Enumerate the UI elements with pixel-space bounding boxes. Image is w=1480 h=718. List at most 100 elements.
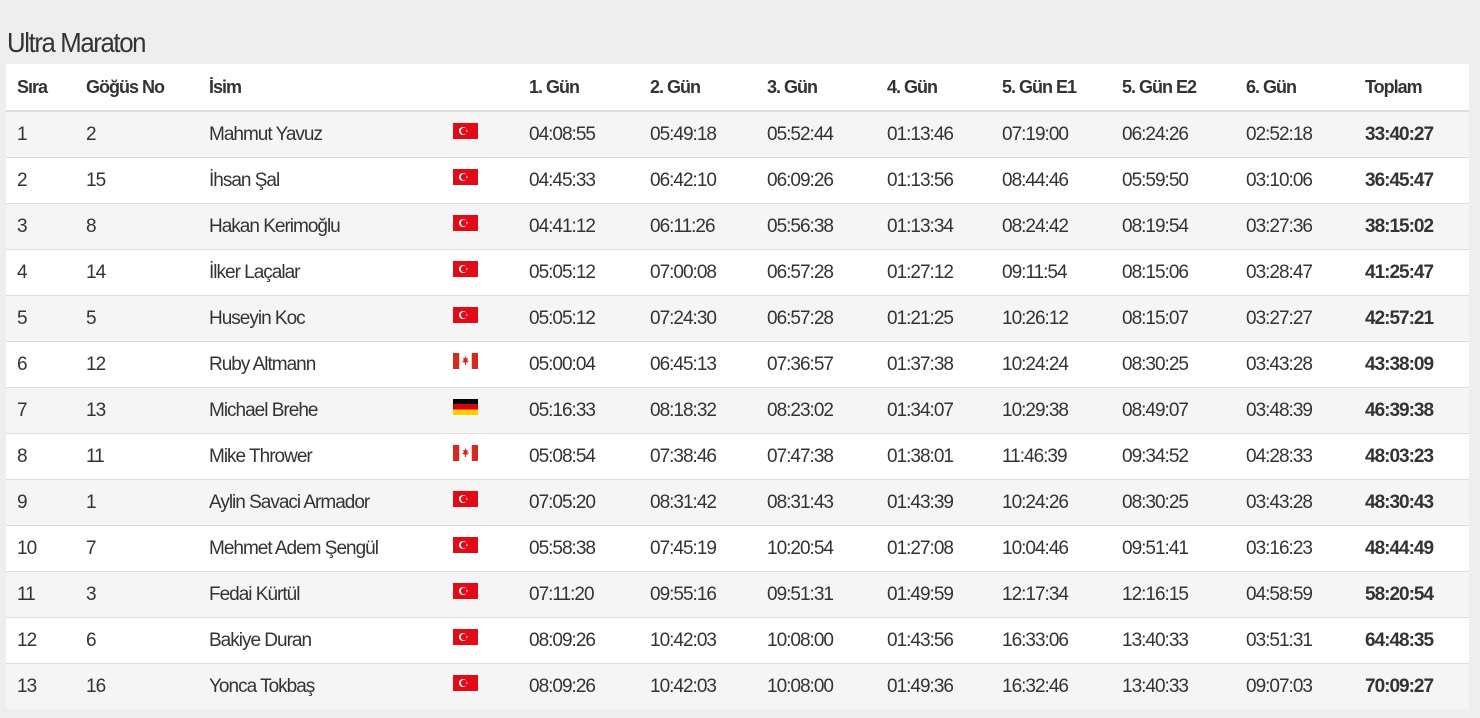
cell-day1: 07:05:20 bbox=[518, 479, 639, 526]
cell-day5e2: 12:16:15 bbox=[1111, 571, 1235, 618]
header-total[interactable]: Toplam bbox=[1354, 64, 1469, 112]
cell-name: Hakan Kerimoğlu bbox=[198, 203, 442, 250]
turkey-flag-icon bbox=[453, 261, 478, 278]
cell-total: 48:03:23 bbox=[1354, 433, 1469, 480]
table-row[interactable]: 10 7 Mehmet Adem Şengül 05:58:38 07:45:19 10:… bbox=[6, 525, 1469, 572]
turkey-flag-icon bbox=[453, 537, 478, 554]
table-row[interactable]: 1 2 Mahmut Yavuz 04:08:55 05:49:18 05:52:44 01… bbox=[6, 110, 1469, 158]
header-day1[interactable]: 1. Gün bbox=[518, 64, 639, 112]
cell-day5e2: 08:19:54 bbox=[1111, 203, 1235, 250]
cell-day5e1: 08:44:46 bbox=[991, 157, 1111, 204]
table-row[interactable]: 4 14 İlker Laçalar 05:05:12 07:00:08 06:57:28… bbox=[6, 249, 1469, 296]
table-row[interactable]: 7 13 Michael Brehe 05:16:33 08:18:32 08:23:02… bbox=[6, 387, 1469, 434]
cell-day2: 09:55:16 bbox=[639, 571, 756, 618]
turkey-flag-icon bbox=[453, 123, 478, 140]
cell-day3: 07:36:57 bbox=[756, 341, 876, 388]
cell-day5e1: 09:11:54 bbox=[991, 249, 1111, 296]
cell-day3: 09:51:31 bbox=[756, 571, 876, 618]
cell-total: 36:45:47 bbox=[1354, 157, 1469, 204]
header-bib[interactable]: Göğüs No bbox=[75, 64, 198, 112]
cell-rank: 12 bbox=[6, 617, 75, 664]
cell-name: İlker Laçalar bbox=[198, 249, 442, 296]
turkey-flag-icon bbox=[453, 491, 478, 508]
cell-day3: 08:31:43 bbox=[756, 479, 876, 526]
page-title: Ultra Maraton bbox=[7, 26, 146, 58]
table-row[interactable]: 6 12 Ruby Altmann 05:00:04 06:45:13 07:36:57 0… bbox=[6, 341, 1469, 388]
header-day4[interactable]: 4. Gün bbox=[876, 64, 991, 112]
table-row[interactable]: 12 6 Bakiye Duran 08:09:26 10:42:03 10:08:00 0… bbox=[6, 617, 1469, 664]
table-row[interactable]: 3 8 Hakan Kerimoğlu 04:41:12 06:11:26 05:56:3… bbox=[6, 203, 1469, 250]
canada-flag-icon bbox=[453, 445, 478, 462]
cell-day1: 04:08:55 bbox=[518, 110, 639, 158]
cell-day6: 03:28:47 bbox=[1235, 249, 1354, 296]
cell-total: 42:57:21 bbox=[1354, 295, 1469, 342]
cell-bib: 11 bbox=[75, 433, 198, 480]
cell-rank: 7 bbox=[6, 387, 75, 434]
cell-rank: 1 bbox=[6, 110, 75, 158]
header-day5e2[interactable]: 5. Gün E2 bbox=[1111, 64, 1235, 112]
header-name[interactable]: İsim bbox=[198, 64, 442, 112]
turkey-flag-icon bbox=[453, 169, 478, 186]
cell-day6: 03:43:28 bbox=[1235, 479, 1354, 526]
header-day5e1[interactable]: 5. Gün E1 bbox=[991, 64, 1111, 112]
flag-cell bbox=[442, 203, 518, 250]
flag-cell bbox=[442, 525, 518, 572]
cell-day3: 07:47:38 bbox=[756, 433, 876, 480]
cell-day5e2: 08:49:07 bbox=[1111, 387, 1235, 434]
cell-total: 41:25:47 bbox=[1354, 249, 1469, 296]
cell-rank: 13 bbox=[6, 663, 75, 709]
cell-bib: 5 bbox=[75, 295, 198, 342]
turkey-flag-icon bbox=[453, 307, 478, 324]
cell-day5e1: 16:33:06 bbox=[991, 617, 1111, 664]
cell-bib: 3 bbox=[75, 571, 198, 618]
cell-name: Fedai Kürtül bbox=[198, 571, 442, 618]
cell-day1: 07:11:20 bbox=[518, 571, 639, 618]
header-rank[interactable]: Sıra bbox=[6, 64, 75, 112]
flag-cell bbox=[442, 663, 518, 709]
cell-day6: 03:51:31 bbox=[1235, 617, 1354, 664]
cell-bib: 6 bbox=[75, 617, 198, 664]
cell-name: Mehmet Adem Şengül bbox=[198, 525, 442, 572]
cell-name: Bakiye Duran bbox=[198, 617, 442, 664]
cell-day3: 05:52:44 bbox=[756, 110, 876, 158]
table-row[interactable]: 9 1 Aylin Savaci Armador 07:05:20 08:31:42 08… bbox=[6, 479, 1469, 526]
cell-day4: 01:37:38 bbox=[876, 341, 991, 388]
cell-day5e1: 08:24:42 bbox=[991, 203, 1111, 250]
flag-cell bbox=[442, 617, 518, 664]
cell-rank: 4 bbox=[6, 249, 75, 296]
cell-name: Mahmut Yavuz bbox=[198, 110, 442, 158]
table-row[interactable]: 11 3 Fedai Kürtül 07:11:20 09:55:16 09:51:31 0… bbox=[6, 571, 1469, 618]
cell-day5e1: 10:26:12 bbox=[991, 295, 1111, 342]
cell-day4: 01:27:08 bbox=[876, 525, 991, 572]
cell-day5e1: 07:19:00 bbox=[991, 110, 1111, 158]
cell-day2: 06:11:26 bbox=[639, 203, 756, 250]
header-day3[interactable]: 3. Gün bbox=[756, 64, 876, 112]
cell-rank: 2 bbox=[6, 157, 75, 204]
cell-total: 43:38:09 bbox=[1354, 341, 1469, 388]
flag-cell bbox=[442, 387, 518, 434]
flag-cell bbox=[442, 157, 518, 204]
cell-day3: 08:23:02 bbox=[756, 387, 876, 434]
cell-rank: 6 bbox=[6, 341, 75, 388]
cell-day2: 07:38:46 bbox=[639, 433, 756, 480]
header-day2[interactable]: 2. Gün bbox=[639, 64, 756, 112]
cell-total: 33:40:27 bbox=[1354, 110, 1469, 158]
cell-day1: 05:16:33 bbox=[518, 387, 639, 434]
cell-total: 70:09:27 bbox=[1354, 663, 1469, 709]
cell-day3: 06:57:28 bbox=[756, 295, 876, 342]
cell-name: Yonca Tokbaş bbox=[198, 663, 442, 709]
table-row[interactable]: 5 5 Huseyin Koc 05:05:12 07:24:30 06:57:28 01:… bbox=[6, 295, 1469, 342]
cell-day5e1: 10:04:46 bbox=[991, 525, 1111, 572]
table-row[interactable]: 2 15 İhsan Şal 04:45:33 06:42:10 06:09:26 01:1… bbox=[6, 157, 1469, 204]
cell-total: 48:30:43 bbox=[1354, 479, 1469, 526]
cell-total: 64:48:35 bbox=[1354, 617, 1469, 664]
cell-day5e2: 05:59:50 bbox=[1111, 157, 1235, 204]
cell-day3: 06:57:28 bbox=[756, 249, 876, 296]
header-day6[interactable]: 6. Gün bbox=[1235, 64, 1354, 112]
table-row[interactable]: 8 11 Mike Thrower 05:08:54 07:38:46 07:47:38 0… bbox=[6, 433, 1469, 480]
cell-day5e1: 10:24:26 bbox=[991, 479, 1111, 526]
cell-day4: 01:34:07 bbox=[876, 387, 991, 434]
cell-day6: 02:52:18 bbox=[1235, 110, 1354, 158]
cell-day2: 10:42:03 bbox=[639, 617, 756, 664]
table-row[interactable]: 13 16 Yonca Tokbaş 08:09:26 10:42:03 10:08:00… bbox=[6, 663, 1469, 709]
